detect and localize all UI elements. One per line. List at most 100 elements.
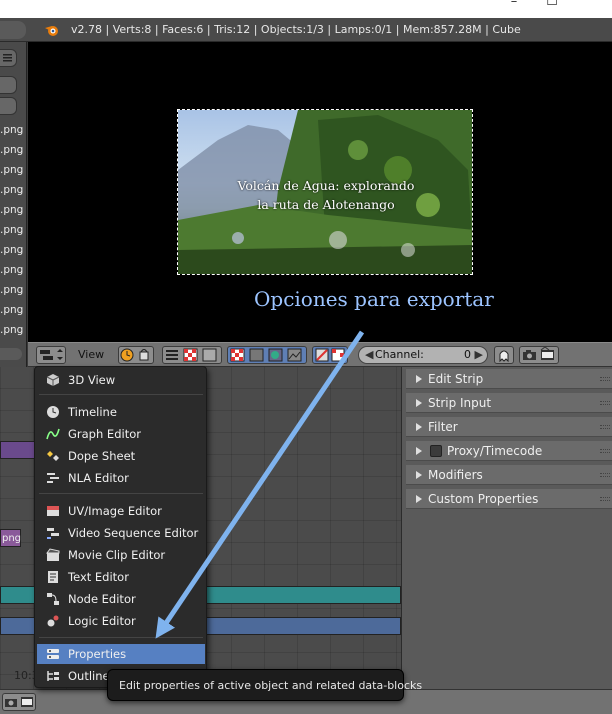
tooltip: Edit properties of active object and rel… — [107, 669, 422, 701]
file-list-item[interactable]: .png — [0, 320, 24, 340]
file-list-item[interactable]: .png — [0, 200, 24, 220]
menu-item-label: Video Sequence Editor — [68, 526, 199, 540]
info-header: v2.78 | Verts:8 | Faces:6 | Tris:12 | Ob… — [0, 18, 612, 42]
view-type-toggles[interactable] — [118, 346, 154, 364]
outliner-icon — [47, 671, 59, 681]
cube-icon — [46, 374, 60, 386]
menu-item-label: Properties — [68, 647, 127, 661]
channel-increment-icon[interactable]: ▶ — [475, 347, 483, 363]
menu-item-video-sequence-editor[interactable]: Video Sequence Editor — [37, 523, 205, 543]
drag-grip-icon[interactable] — [600, 473, 610, 477]
channel-field[interactable]: ◀ Channel: 0 ▶ — [358, 346, 488, 364]
strip-label: png — [2, 533, 22, 544]
panel-filter[interactable]: Filter — [406, 417, 612, 437]
menu-item-dope-sheet[interactable]: Dope Sheet — [37, 446, 205, 466]
menu-item-nla-editor[interactable]: NLA Editor — [37, 468, 205, 488]
bottom-editor-type-button[interactable] — [2, 693, 36, 711]
blender-logo-icon — [45, 26, 58, 36]
channel-display-buttons[interactable] — [227, 346, 307, 364]
list-view-button[interactable] — [0, 49, 17, 67]
keyframe-icon — [47, 451, 59, 461]
minimize-button[interactable]: – — [507, 0, 521, 9]
file-list-item[interactable]: .png — [0, 180, 24, 200]
panel-edit-strip[interactable]: Edit Strip — [406, 369, 612, 389]
menu-item-label: Movie Clip Editor — [68, 548, 166, 562]
panel-title: Modifiers — [428, 468, 483, 482]
drag-grip-icon[interactable] — [600, 425, 610, 429]
maximize-button[interactable]: ☐ — [545, 0, 559, 9]
menu-item-label: UV/Image Editor — [68, 504, 162, 518]
preview-image: Volcán de Agua: explorando la ruta de Al… — [177, 109, 473, 275]
file-list-scrollbar[interactable] — [0, 348, 22, 360]
menu-item-3d-view[interactable]: 3D View — [37, 370, 205, 390]
file-list-item[interactable]: .png — [0, 160, 24, 180]
editor-type-selector[interactable] — [0, 21, 26, 39]
channel-label: Channel: — [375, 348, 424, 361]
menu-separator — [39, 493, 203, 494]
panel-title: Strip Input — [428, 396, 492, 410]
drag-grip-icon[interactable] — [600, 449, 610, 453]
menu-item-label: Dope Sheet — [68, 449, 136, 463]
file-list-item[interactable]: .png — [0, 240, 24, 260]
nla-icon — [47, 473, 59, 483]
game-logic-icon — [47, 615, 59, 627]
drag-grip-icon[interactable] — [600, 497, 610, 501]
view-menu[interactable]: View — [78, 348, 104, 361]
panel-strip-input[interactable]: Strip Input — [406, 393, 612, 413]
menu-item-properties[interactable]: Properties — [37, 644, 205, 664]
sequencer-editor-icon — [40, 349, 63, 360]
panel-modifiers[interactable]: Modifiers — [406, 465, 612, 485]
menu-separator — [39, 637, 203, 638]
file-list-item[interactable]: .png — [0, 140, 24, 160]
collapse-triangle-icon — [416, 375, 422, 383]
sequencer-preview: Volcán de Agua: explorando la ruta de Al… — [28, 42, 612, 342]
file-filter-button[interactable] — [0, 76, 17, 94]
drag-grip-icon[interactable] — [600, 401, 610, 405]
file-list-item[interactable]: .png — [0, 300, 24, 320]
sequencer-icon — [47, 528, 59, 539]
file-list-item[interactable]: .png — [0, 260, 24, 280]
text-document-icon — [48, 571, 58, 583]
menu-item-label: Text Editor — [68, 570, 129, 584]
file-list-item[interactable]: .png — [0, 120, 24, 140]
panel-title: Custom Properties — [428, 492, 539, 506]
panel-custom-properties[interactable]: Custom Properties — [406, 489, 612, 509]
file-browser-strip: .png .png .png .png .png .png .png .png … — [0, 42, 27, 367]
menu-item-logic-editor[interactable]: Logic Editor — [37, 611, 205, 631]
panel-title: Proxy/Timecode — [447, 444, 543, 458]
sequencer-header: View ◀ Channel: 0 ▶ — [28, 342, 612, 367]
panel-title: Edit Strip — [428, 372, 484, 386]
panel-proxy-timecode[interactable]: Proxy/Timecode — [406, 441, 612, 461]
file-options-button[interactable] — [0, 97, 17, 115]
menu-item-timeline[interactable]: Timeline — [37, 402, 205, 422]
display-mode-buttons[interactable] — [162, 346, 222, 364]
menu-item-text-editor[interactable]: Text Editor — [37, 567, 205, 587]
channel-value: 0 — [464, 348, 471, 361]
menu-item-label: NLA Editor — [68, 471, 129, 485]
sequence-strip-image[interactable]: png — [0, 529, 21, 547]
channel-decrement-icon[interactable]: ◀ — [365, 347, 373, 363]
proxy-checkbox[interactable] — [430, 445, 442, 457]
window-titlebar: – ☐ — [0, 0, 612, 18]
preview-caption: Volcán de Agua: explorando la ruta de Al… — [178, 176, 472, 214]
drag-grip-icon[interactable] — [600, 377, 610, 381]
preview-caption-line-1: Volcán de Agua: explorando — [237, 178, 415, 193]
render-buttons[interactable] — [519, 346, 559, 364]
overlay-toggle-buttons[interactable] — [312, 346, 348, 364]
menu-item-label: 3D View — [68, 373, 116, 387]
clock-icon — [120, 348, 149, 362]
file-list-item[interactable]: .png — [0, 220, 24, 240]
menu-item-movie-clip-editor[interactable]: Movie Clip Editor — [37, 545, 205, 565]
annotation-text: Opciones para exportar — [254, 287, 494, 311]
sequencer-properties-panel: Edit Strip Strip Input Filter Proxy/Time… — [401, 367, 612, 689]
camera-icon — [523, 347, 554, 360]
menu-item-graph-editor[interactable]: Graph Editor — [37, 424, 205, 444]
editor-type-button[interactable] — [36, 346, 66, 364]
ghost-icon — [499, 350, 509, 363]
ghost-button[interactable] — [494, 346, 514, 364]
panel-title: Filter — [428, 420, 458, 434]
menu-item-node-editor[interactable]: Node Editor — [37, 589, 205, 609]
file-list-item[interactable]: .png — [0, 280, 24, 300]
menu-item-uv-image-editor[interactable]: UV/Image Editor — [37, 501, 205, 521]
editor-type-menu: 3D View Timeline Graph Editor Dope Sheet… — [34, 366, 207, 688]
